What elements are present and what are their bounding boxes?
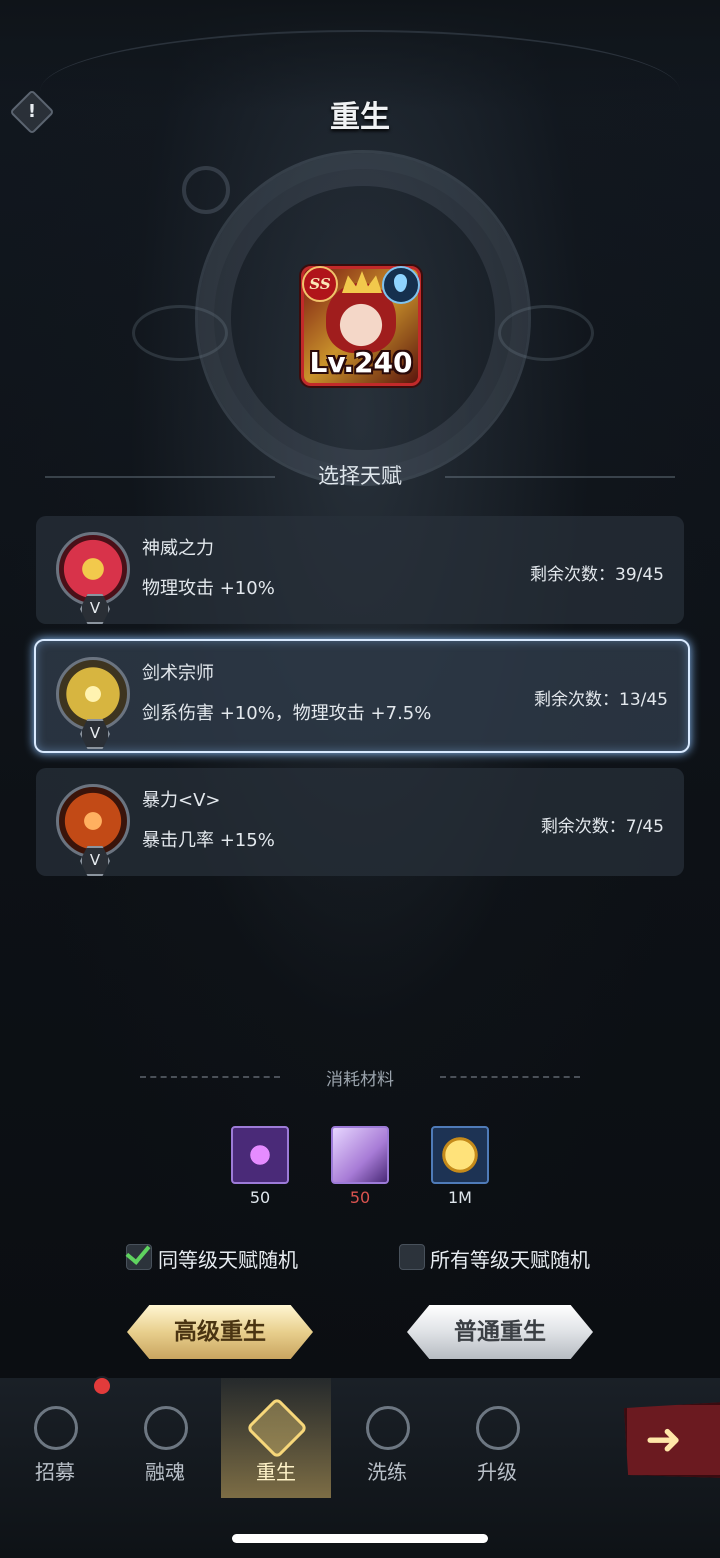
talent-effect: 暴击几率 +15%: [142, 830, 275, 851]
notification-badge: [92, 1376, 112, 1396]
next-button[interactable]: ➜: [624, 1402, 720, 1478]
nav-tab-upgrade[interactable]: 升级: [442, 1378, 552, 1498]
wing-left-decoration: [132, 305, 228, 361]
talent-option-violence[interactable]: V 暴力<V> 暴击几率 +15% 剩余次数：7/45: [36, 768, 684, 876]
page-title: 重生: [330, 100, 390, 135]
nav-label: 融魂: [145, 1460, 185, 1484]
talent-remaining: 剩余次数：13/45: [534, 690, 668, 710]
material-count: 50: [249, 1188, 271, 1207]
crown-icon: [342, 271, 382, 293]
talent-option-sword-master[interactable]: V 剑术宗师 剑系伤害 +10%，物理攻击 +7.5% 剩余次数：13/45: [34, 639, 690, 753]
talent-effect: 物理攻击 +10%: [142, 578, 275, 599]
nav-tab-recruit[interactable]: 招募: [0, 1378, 110, 1498]
hero-level: Lv.240: [309, 346, 413, 379]
talent-name: 暴力<V>: [142, 790, 221, 811]
materials-title: 消耗材料: [326, 1070, 394, 1090]
home-indicator[interactable]: [232, 1534, 488, 1543]
normal-rebirth-button[interactable]: 普通重生: [407, 1305, 593, 1359]
rarity-badge: SS: [302, 266, 338, 302]
talent-name: 神威之力: [142, 538, 214, 559]
nav-label: 洗练: [367, 1460, 407, 1484]
material-count: 50: [349, 1188, 371, 1207]
materials-divider-right: [440, 1076, 580, 1078]
talent-name: 剑术宗师: [142, 663, 214, 684]
nav-label: 招募: [35, 1460, 75, 1484]
upgrade-icon: [476, 1406, 520, 1450]
bottom-nav: 招募 融魂 重生 洗练 升级: [0, 1378, 720, 1558]
same-level-label: 同等级天赋随机: [158, 1248, 298, 1272]
all-levels-checkbox[interactable]: [399, 1244, 425, 1270]
advanced-rebirth-button[interactable]: 高级重生: [127, 1305, 313, 1359]
material-count: 1M: [448, 1188, 472, 1207]
refine-icon: [366, 1406, 410, 1450]
talent-option-divine-power[interactable]: V 神威之力 物理攻击 +10% 剩余次数：39/45: [36, 516, 684, 624]
all-levels-label: 所有等级天赋随机: [430, 1248, 590, 1272]
wing-right-decoration: [498, 305, 594, 361]
gold-coin-icon[interactable]: [431, 1126, 489, 1184]
nav-tab-refine[interactable]: 洗练: [332, 1378, 442, 1498]
talent-remaining: 剩余次数：7/45: [540, 817, 664, 837]
nav-label: 重生: [256, 1460, 296, 1484]
rebirth-icon: [245, 1396, 309, 1460]
same-level-checkbox[interactable]: [125, 1239, 152, 1270]
talent-effect: 剑系伤害 +10%，物理攻击 +7.5%: [142, 703, 432, 724]
purple-flower-icon[interactable]: [231, 1126, 289, 1184]
nav-label: 升级: [477, 1460, 517, 1484]
water-element-icon: [382, 266, 420, 304]
nav-tab-rebirth[interactable]: 重生: [221, 1378, 331, 1498]
recruit-icon: [34, 1406, 78, 1450]
select-talent-label: 选择天赋: [318, 464, 402, 488]
rune-dot-decoration: [182, 166, 230, 214]
soul-fusion-icon: [144, 1406, 188, 1450]
nav-tab-soul-fusion[interactable]: 融魂: [110, 1378, 220, 1498]
talent-remaining: 剩余次数：39/45: [530, 565, 664, 585]
purple-crystal-icon[interactable]: [331, 1126, 389, 1184]
arrow-right-icon: ➜: [645, 1414, 682, 1465]
